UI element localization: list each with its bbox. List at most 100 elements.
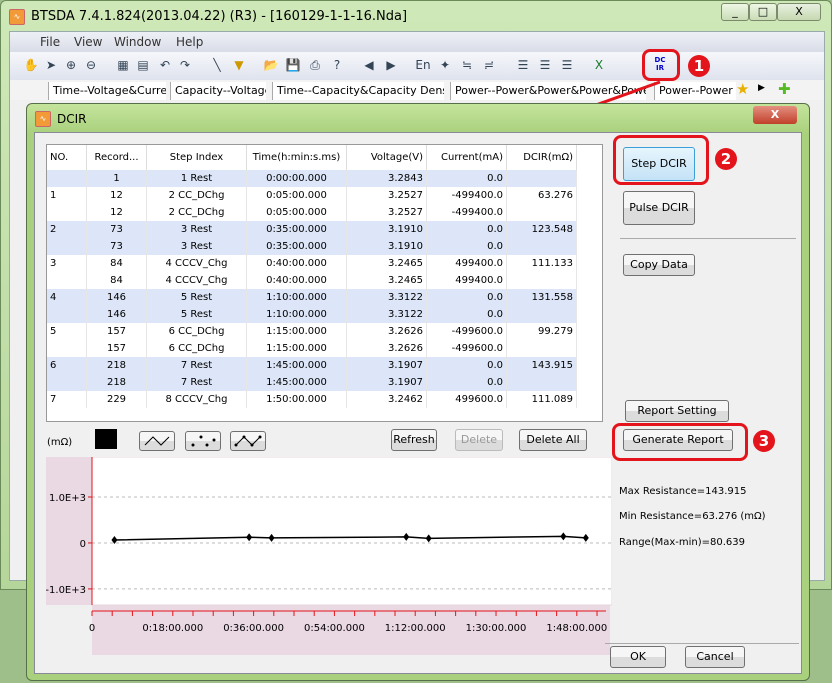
report-setting-button[interactable]: Report Setting — [625, 400, 729, 422]
table-cell — [507, 170, 577, 187]
save-icon[interactable]: 💾 — [284, 56, 302, 74]
refresh-button[interactable]: Refresh — [391, 429, 437, 451]
table-row[interactable]: 4 146 5 Rest 1:10:00.000 3.3122 0.0 131.558 — [47, 289, 577, 306]
menu-window[interactable]: Window — [114, 35, 161, 49]
print-icon[interactable]: ⎙ — [306, 56, 324, 74]
table-cell: 4 CCCV_Chg — [147, 272, 247, 289]
table-cell: 0:40:00.000 — [247, 255, 347, 272]
list1-icon[interactable]: ☰ — [514, 56, 532, 74]
add-star-icon[interactable]: ✚ — [778, 80, 791, 98]
table-cell: 499400.0 — [427, 272, 507, 289]
table-cell: 1 — [47, 187, 87, 204]
column-header[interactable]: Voltage(V) — [347, 145, 427, 170]
pulse-dcir-button[interactable]: Pulse DCIR — [623, 191, 695, 225]
tab-time-voltage-current[interactable]: Time--Voltage&Current — [48, 82, 166, 100]
undo-icon[interactable]: ↶ — [156, 56, 174, 74]
delete-all-button[interactable]: Delete All — [519, 429, 587, 451]
pointer-icon[interactable]: ➤ — [42, 56, 60, 74]
table-cell: 3.1907 — [347, 374, 427, 391]
table-row[interactable]: 146 5 Rest 1:10:00.000 3.3122 0.0 — [47, 306, 577, 323]
y-unit-label: (mΩ) — [47, 437, 73, 448]
table-cell: -499400.0 — [427, 204, 507, 221]
redo-icon[interactable]: ↷ — [176, 56, 194, 74]
filter-icon[interactable]: ▼ — [230, 56, 248, 74]
table-cell — [507, 238, 577, 255]
line-icon[interactable]: ╲ — [208, 56, 226, 74]
line-points-style-button[interactable] — [230, 431, 266, 451]
y-tick-label: -1.0E+3 — [46, 585, 86, 596]
table-cell — [47, 306, 87, 323]
table-cell: -499400.0 — [427, 187, 507, 204]
table-cell: 0:35:00.000 — [247, 238, 347, 255]
table-cell: 3 Rest — [147, 221, 247, 238]
table-cell: -499600.0 — [427, 340, 507, 357]
zoom-out-icon[interactable]: ⊖ — [82, 56, 100, 74]
table-row[interactable]: 3 84 4 CCCV_Chg 0:40:00.000 3.2465 499400.0 11… — [47, 255, 577, 272]
column-header[interactable]: DCIR(mΩ) — [507, 145, 577, 170]
table-row[interactable]: 157 6 CC_DChg 1:15:00.000 3.2626 -499600.0 — [47, 340, 577, 357]
table-cell: 0.0 — [427, 238, 507, 255]
list3-icon[interactable]: ☰ — [558, 56, 576, 74]
table-row[interactable]: 12 2 CC_DChg 0:05:00.000 3.2527 -499400.0 — [47, 204, 577, 221]
table-row[interactable]: 218 7 Rest 1:45:00.000 3.1907 0.0 — [47, 374, 577, 391]
forward-icon[interactable]: ▶ — [382, 56, 400, 74]
table-row[interactable]: 7 229 8 CCCV_Chg 1:50:00.000 3.2462 499600.0 1… — [47, 391, 577, 408]
dialog-close-button[interactable]: X — [753, 106, 797, 124]
back-icon[interactable]: ◀ — [360, 56, 378, 74]
table-cell: 3.2465 — [347, 272, 427, 289]
column-header[interactable]: Current(mA) — [427, 145, 507, 170]
copy-data-button[interactable]: Copy Data — [623, 254, 695, 276]
tab-time-capacity[interactable]: Time--Capacity&Capacity Density — [272, 82, 444, 100]
table-row[interactable]: 11 Rest 0:00:00.000 3.2843 0.0 — [47, 170, 577, 187]
column-header[interactable]: Step Index — [147, 145, 247, 170]
ok-button[interactable]: OK — [610, 646, 666, 668]
generate-report-button[interactable]: Generate Report — [623, 429, 733, 451]
menu-view[interactable]: View — [74, 35, 102, 49]
max-resistance: Max Resistance=143.915 — [619, 486, 747, 497]
table-row[interactable]: 1 12 2 CC_DChg 0:05:00.000 3.2527 -499400.0 63… — [47, 187, 577, 204]
line-style-button[interactable] — [139, 431, 175, 451]
hand-icon[interactable]: ✋ — [22, 56, 40, 74]
table-cell: 3.2527 — [347, 204, 427, 221]
table-row[interactable]: 6 218 7 Rest 1:45:00.000 3.1907 0.0 143.915 — [47, 357, 577, 374]
table-cell: 1 — [87, 170, 147, 187]
window-title: BTSDA 7.4.1.824(2013.04.22) (R3) - [1601… — [31, 9, 408, 24]
menu-file[interactable]: File — [40, 35, 60, 49]
table-cell: 3.3122 — [347, 289, 427, 306]
points-style-button[interactable] — [185, 431, 221, 451]
minimize-button[interactable]: _ — [721, 3, 749, 21]
table-cell: 0.0 — [427, 170, 507, 187]
table-cell: 7 — [47, 391, 87, 408]
pin-icon[interactable]: ✦ — [436, 56, 454, 74]
ch1-icon[interactable]: ≒ — [458, 56, 476, 74]
table-row[interactable]: 73 3 Rest 0:35:00.000 3.1910 0.0 — [47, 238, 577, 255]
star-icon[interactable]: ★ — [736, 80, 749, 98]
rst-icon[interactable]: ▦ — [114, 56, 132, 74]
en-icon[interactable]: En — [414, 56, 432, 74]
maximize-button[interactable]: □ — [749, 3, 777, 21]
copy-icon[interactable]: ▤ — [134, 56, 152, 74]
color-swatch[interactable] — [95, 429, 117, 449]
table-cell: 4 — [47, 289, 87, 306]
tab-capacity-voltage[interactable]: Capacity--Voltage — [170, 82, 266, 100]
column-header[interactable]: Record... — [87, 145, 147, 170]
step-dcir-button[interactable]: Step DCIR — [623, 147, 695, 181]
dcir-table[interactable]: NO. Record... Step Index Time(h:min:s.ms) Vo… — [46, 144, 603, 422]
table-row[interactable]: 5 157 6 CC_DChg 1:15:00.000 3.2626 -499600.0 9… — [47, 323, 577, 340]
excel-icon[interactable]: X — [590, 56, 608, 74]
open-icon[interactable]: 📂 — [262, 56, 280, 74]
cancel-button[interactable]: Cancel — [685, 646, 745, 668]
table-row[interactable]: 84 4 CCCV_Chg 0:40:00.000 3.2465 499400.0 — [47, 272, 577, 289]
dcir-dialog: ∿ DCIR X NO. Record... Step Index Time(h:mi… — [26, 103, 810, 681]
menu-help[interactable]: Help — [176, 35, 203, 49]
zoom-in-icon[interactable]: ⊕ — [62, 56, 80, 74]
column-header[interactable]: NO. — [47, 145, 87, 170]
chevron-right-icon[interactable]: ▶ — [758, 83, 765, 93]
column-header[interactable]: Time(h:min:s.ms) — [247, 145, 347, 170]
ch2-icon[interactable]: ≓ — [480, 56, 498, 74]
help-icon[interactable]: ? — [328, 56, 346, 74]
list2-icon[interactable]: ☰ — [536, 56, 554, 74]
table-row[interactable]: 2 73 3 Rest 0:35:00.000 3.1910 0.0 123.548 — [47, 221, 577, 238]
close-button[interactable]: X — [777, 3, 821, 21]
table-cell: 0:35:00.000 — [247, 221, 347, 238]
